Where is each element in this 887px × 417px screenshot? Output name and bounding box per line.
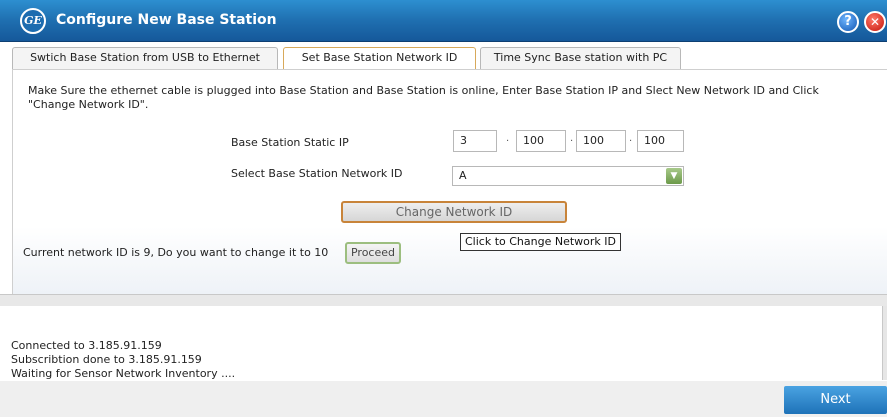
log-panel: Connected to 3.185.91.159 Subscribtion d… [0, 306, 880, 386]
log-line: Waiting for Sensor Network Inventory ...… [11, 367, 236, 380]
network-id-select[interactable]: A ▼ [452, 166, 684, 186]
instruction-text: Make Sure the ethernet cable is plugged … [28, 84, 819, 111]
window-title: Configure New Base Station [56, 12, 277, 28]
ip-octet-3-input[interactable]: 100 [576, 130, 626, 152]
log-line: Connected to 3.185.91.159 [11, 339, 162, 352]
section-divider [0, 294, 887, 306]
log-scrollbar[interactable] [882, 306, 887, 380]
tooltip: Click to Change Network ID [460, 233, 621, 251]
ip-separator: · [570, 136, 574, 147]
ip-separator: · [506, 136, 510, 147]
ge-logo-icon: GE [20, 8, 46, 34]
close-icon[interactable]: ✕ [864, 11, 886, 33]
title-bar: GE Configure New Base Station ? ✕ [0, 0, 887, 42]
ip-octet-4-input[interactable]: 100 [637, 130, 684, 152]
ip-octet-1-input[interactable]: 3 [453, 130, 497, 152]
help-icon[interactable]: ? [837, 11, 859, 33]
ip-separator: · [629, 136, 633, 147]
log-line: Subscribtion done to 3.185.91.159 [11, 353, 202, 366]
network-id-label: Select Base Station Network ID [231, 167, 403, 180]
chevron-down-icon[interactable]: ▼ [666, 168, 682, 184]
footer-bar [0, 381, 887, 417]
next-button[interactable]: Next [784, 386, 887, 414]
tab-set-network-id[interactable]: Set Base Station Network ID [283, 47, 476, 70]
current-network-id-text: Current network ID is 9, Do you want to … [23, 246, 329, 259]
tab-time-sync[interactable]: Time Sync Base station with PC [480, 47, 681, 69]
ip-label: Base Station Static IP [231, 136, 349, 149]
network-id-value: A [459, 169, 467, 182]
ip-octet-2-input[interactable]: 100 [516, 130, 566, 152]
tab-switch-usb-ethernet[interactable]: Swtich Base Station from USB to Ethernet [12, 47, 278, 69]
change-network-id-button[interactable]: Change Network ID [341, 201, 567, 223]
proceed-button[interactable]: Proceed [345, 242, 401, 264]
